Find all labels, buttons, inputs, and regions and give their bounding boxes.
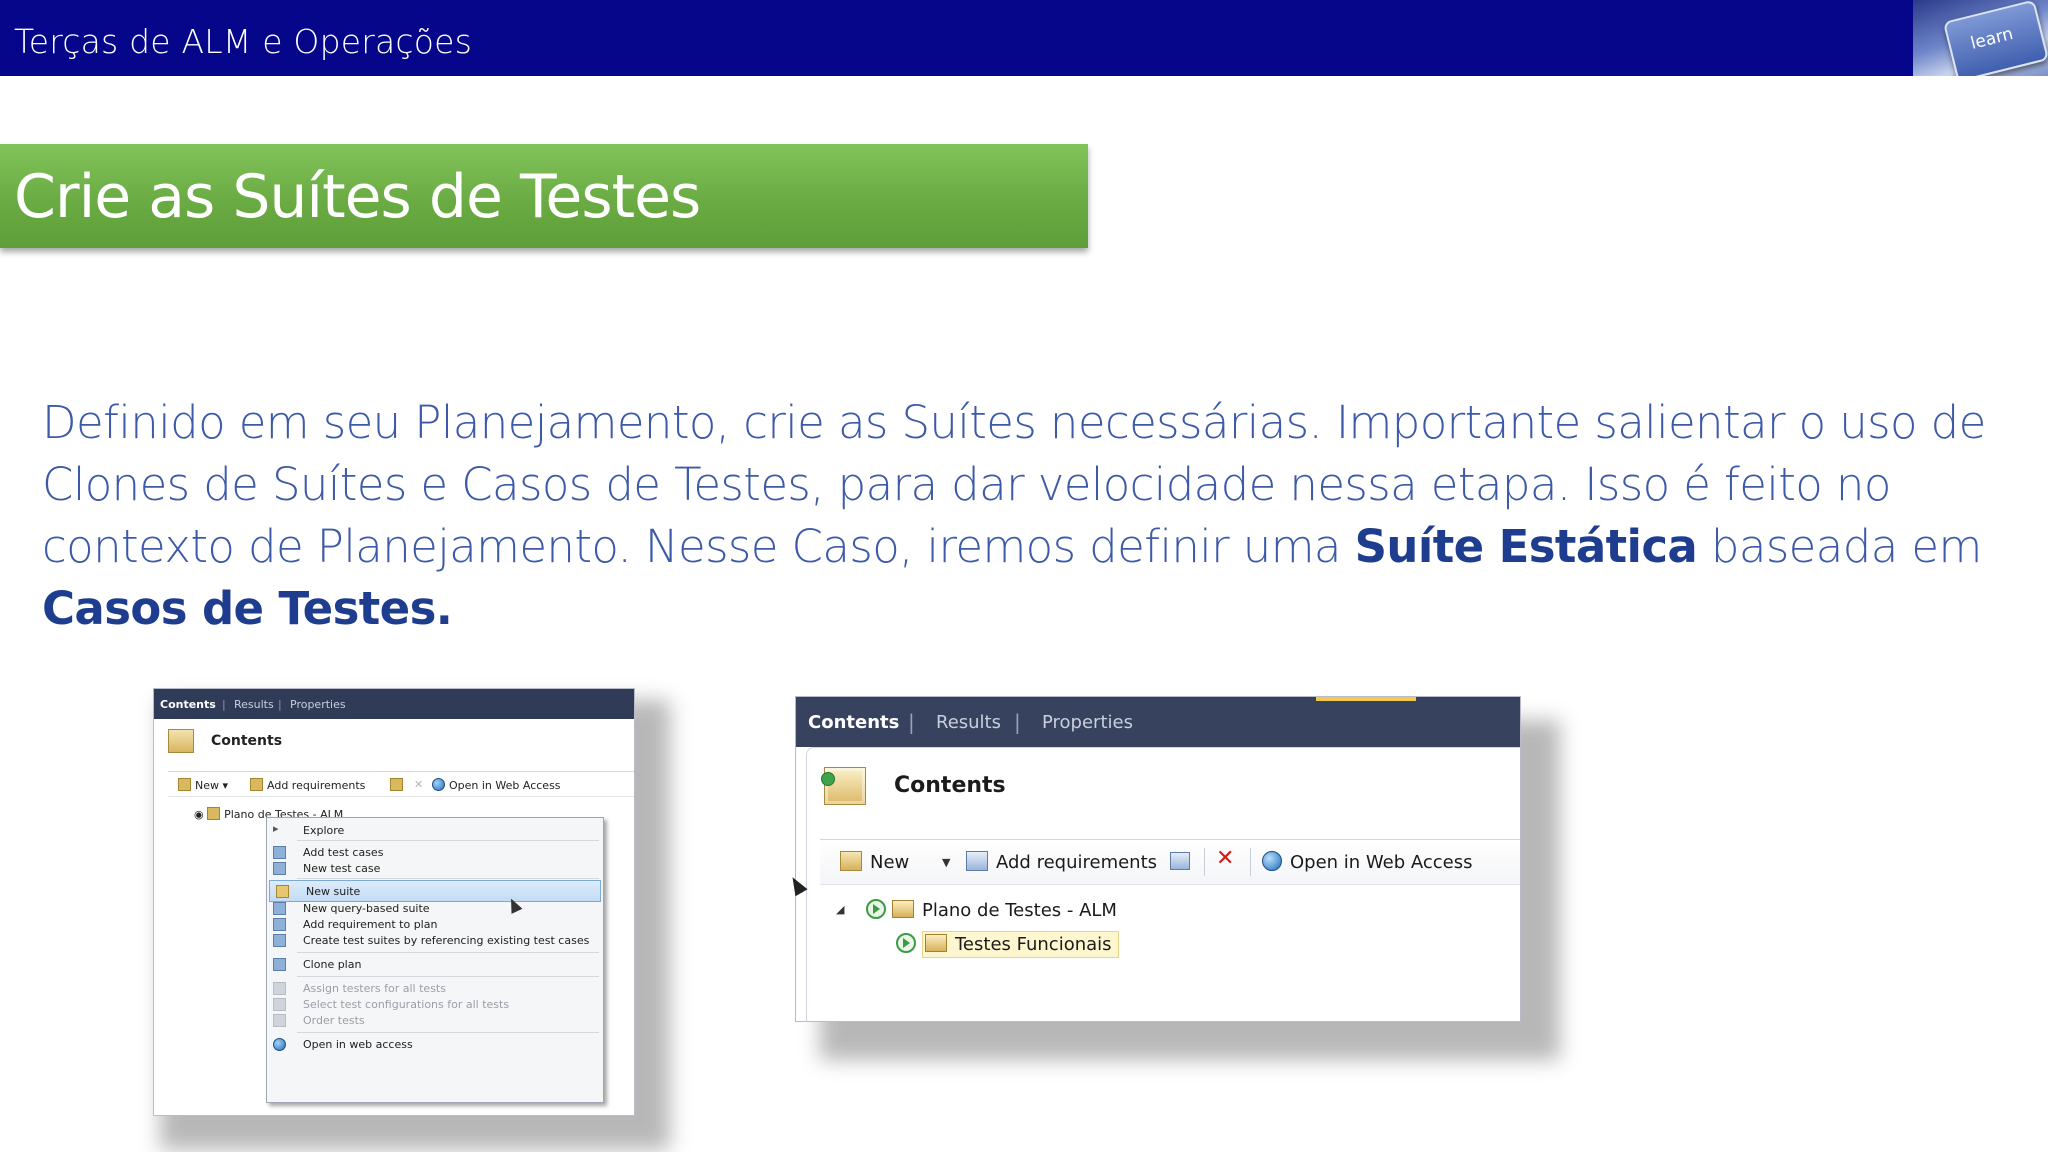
small-new-button[interactable]: New ▾ <box>178 778 228 792</box>
big-add-requirements-button[interactable]: Add requirements <box>966 851 1157 873</box>
big-toolbar: New ▼ Add requirements ✕ Open in Web Acc… <box>820 839 1520 885</box>
new-suite-icon <box>840 851 862 871</box>
small-tab-contents[interactable]: Contents <box>160 698 216 711</box>
paragraph-line-3: contexto de Planejamento. Nesse Caso, ir… <box>42 516 2032 578</box>
menu-divider <box>297 840 599 841</box>
menu-divider <box>297 952 599 953</box>
screenshot-test-plan-tree: Contents | Results | Properties Contents… <box>795 696 1521 1022</box>
menu-divider <box>297 1032 599 1033</box>
small-add-requirements-label: Add requirements <box>267 779 366 792</box>
menu-item-new-test-case[interactable]: New test case <box>267 858 603 878</box>
clone-icon <box>273 958 286 971</box>
contents-folder-icon <box>168 729 194 753</box>
banner-title: Terças de ALM e Operações <box>14 22 473 61</box>
big-add-requirements-label: Add requirements <box>996 852 1158 873</box>
paragraph-line-3-start: contexto de Planejamento. Nesse Caso, ir… <box>42 520 1355 573</box>
globe-icon <box>1262 851 1282 871</box>
tree-node-functional-tests-label: Testes Funcionais <box>955 934 1112 955</box>
order-tests-icon <box>273 1014 286 1027</box>
menu-divider <box>297 976 599 977</box>
screenshot-context-menu: Contents | Results | Properties Contents… <box>153 688 635 1116</box>
paragraph-line-3-end: baseada em <box>1697 520 1982 573</box>
big-contents-title: Contents <box>894 773 1006 798</box>
refresh-icon <box>1170 852 1190 870</box>
paragraph-line-1: Definido em seu Planejamento, crie as Su… <box>42 396 1986 449</box>
tab-accent-bar <box>1316 697 1416 701</box>
top-banner: Terças de ALM e Operações learn <box>0 0 2048 76</box>
big-open-web-label: Open in Web Access <box>1290 852 1473 873</box>
menu-item-open-web-access[interactable]: Open in web access <box>267 1034 603 1054</box>
folder-icon <box>207 807 221 820</box>
big-tab-results[interactable]: Results <box>936 712 1001 733</box>
toolbar-separator <box>1204 848 1205 876</box>
small-add-requirements-button[interactable]: Add requirements <box>250 778 365 792</box>
tab-separator: | <box>1014 710 1021 734</box>
tree-node-plan-label: Plano de Testes - ALM <box>922 900 1117 921</box>
refresh-icon <box>390 778 403 791</box>
learn-key-label: learn <box>1968 24 2016 54</box>
tree-node-plan[interactable]: Plano de Testes - ALM <box>866 899 1117 921</box>
chevron-down-icon[interactable]: ▼ <box>942 856 950 869</box>
toolbar-separator <box>1250 848 1251 876</box>
big-new-label: New <box>870 852 910 873</box>
play-icon <box>896 933 916 953</box>
globe-icon <box>432 778 445 791</box>
section-heading: Crie as Suítes de Testes <box>0 144 1088 248</box>
paragraph-line-2: Clones de Suítes e Casos de Testes, para… <box>42 458 1891 511</box>
small-toolbar: New ▾ Add requirements ✕ Open in Web Acc… <box>168 771 634 797</box>
test-cases-term: Casos de Testes. <box>42 582 453 635</box>
tab-separator: | <box>222 698 226 711</box>
small-new-label: New <box>195 779 219 792</box>
tree-node-functional-tests[interactable]: Testes Funcionais <box>896 931 1119 958</box>
big-refresh-button[interactable] <box>1170 851 1198 872</box>
menu-item-order-tests: Order tests <box>267 1010 603 1030</box>
new-suite-icon <box>276 885 289 898</box>
body-paragraph: Definido em seu Planejamento, crie as Su… <box>42 392 2032 640</box>
small-contents-title: Contents <box>211 733 283 749</box>
context-menu: ▸ Explore Add test cases New test case Ne… <box>266 817 604 1103</box>
small-refresh-button[interactable] <box>390 778 407 792</box>
globe-icon <box>273 1038 286 1051</box>
add-requirements-icon <box>966 851 988 871</box>
expand-triangle-icon[interactable]: ◢ <box>836 903 844 916</box>
small-tab-results[interactable]: Results <box>234 698 274 711</box>
reference-icon <box>273 934 286 947</box>
tab-separator: | <box>278 698 282 711</box>
small-tab-properties[interactable]: Properties <box>290 698 346 711</box>
folder-icon <box>925 934 947 952</box>
static-suite-term: Suíte Estática <box>1354 520 1698 573</box>
arrow-right-icon: ▸ <box>273 822 279 835</box>
menu-item-clone-plan[interactable]: Clone plan <box>267 954 603 974</box>
contents-folder-icon <box>821 767 866 805</box>
tab-separator: | <box>908 710 915 734</box>
small-open-web-button[interactable]: Open in Web Access <box>432 778 561 792</box>
play-icon: ◉ <box>194 808 204 821</box>
new-suite-icon <box>178 778 191 791</box>
selected-node-highlight: Testes Funcionais <box>922 931 1119 958</box>
big-new-button[interactable]: New <box>840 851 909 873</box>
status-dot-icon <box>821 772 835 786</box>
new-test-case-icon <box>273 862 286 875</box>
menu-divider <box>297 878 599 879</box>
menu-item-explore[interactable]: ▸ Explore <box>267 820 603 840</box>
big-tab-contents[interactable]: Contents <box>808 712 899 733</box>
add-requirements-icon <box>250 778 263 791</box>
big-open-web-button[interactable]: Open in Web Access <box>1262 851 1473 873</box>
small-tab-bar: Contents | Results | Properties <box>154 689 634 719</box>
keyboard-key-icon: learn <box>1942 0 2048 76</box>
section-heading-text: Crie as Suítes de Testes <box>14 162 701 232</box>
small-open-web-label: Open in Web Access <box>449 779 561 792</box>
big-tab-properties[interactable]: Properties <box>1042 712 1133 733</box>
big-tab-bar: Contents | Results | Properties <box>796 697 1520 747</box>
small-delete-button[interactable]: ✕ <box>414 778 423 791</box>
play-icon <box>866 899 886 919</box>
folder-icon <box>892 900 914 918</box>
menu-item-create-suites-by-reference[interactable]: Create test suites by referencing existi… <box>267 930 603 950</box>
delete-icon[interactable]: ✕ <box>1216 846 1234 871</box>
learn-key-logo: learn <box>1913 0 2048 76</box>
